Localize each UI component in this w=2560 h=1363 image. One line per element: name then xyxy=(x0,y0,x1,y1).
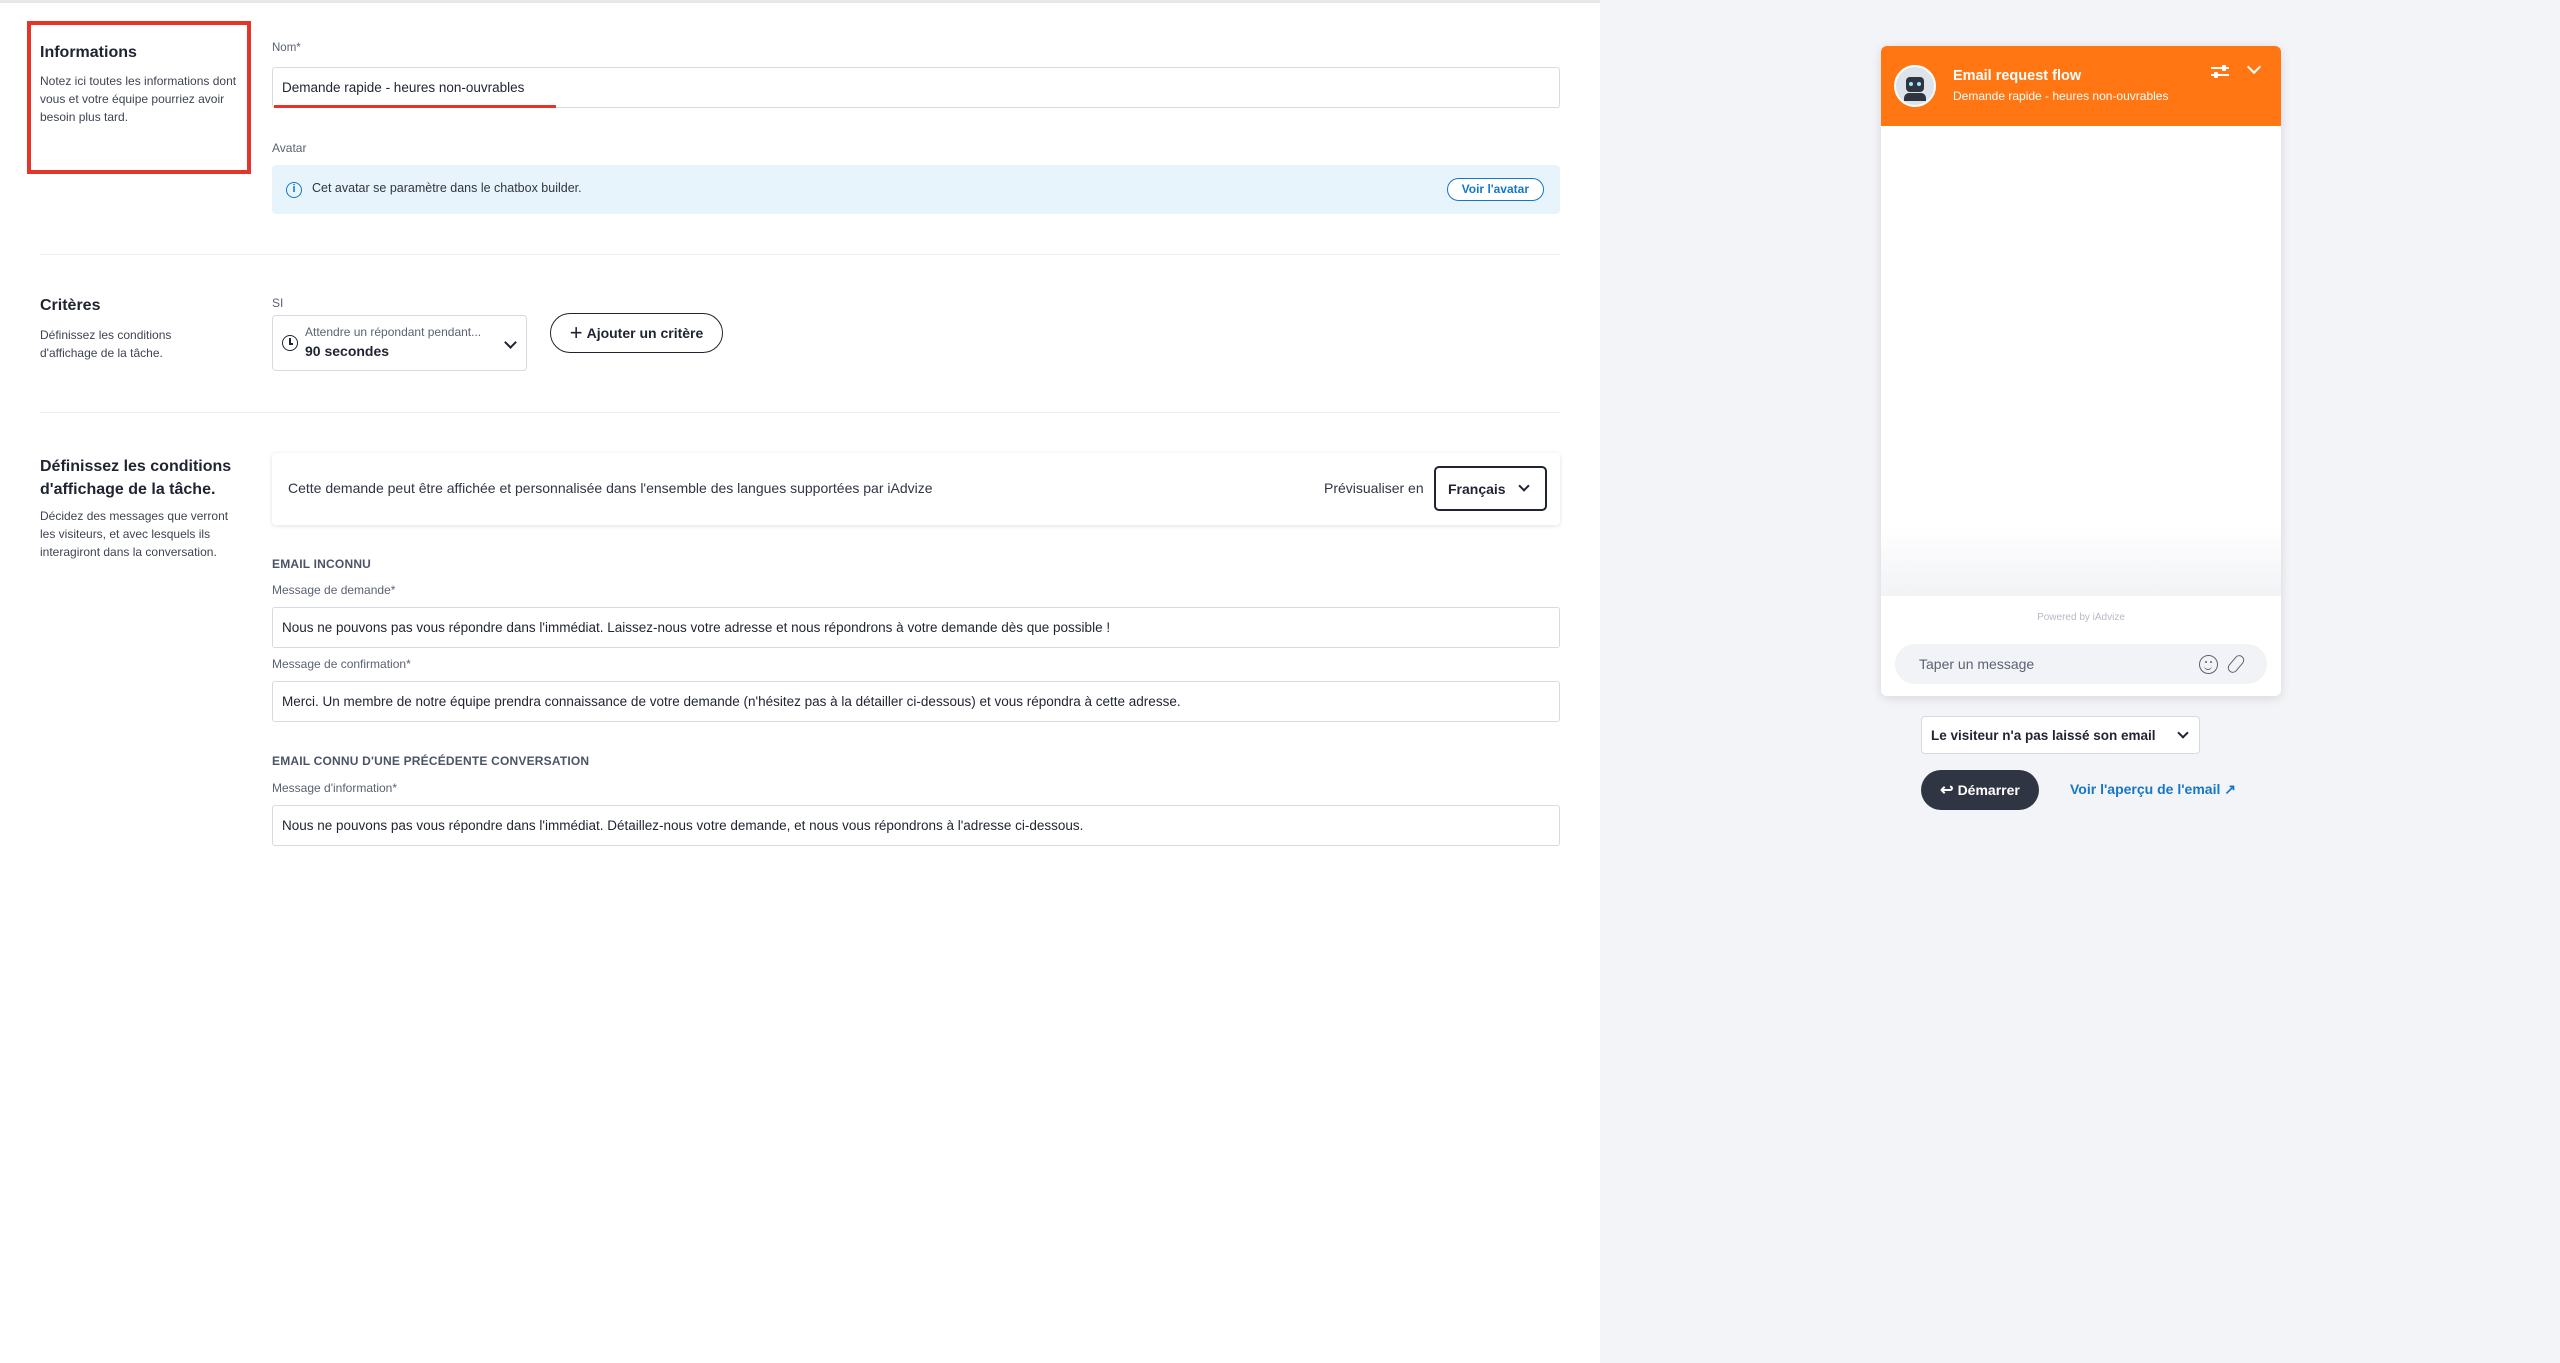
avatar-info-banner: i Cet avatar se paramètre dans le chatbo… xyxy=(272,165,1560,214)
chat-subtitle: Demande rapide - heures non-ouvrables xyxy=(1953,89,2169,103)
request-message-value: Nous ne pouvons pas vous répondre dans l… xyxy=(282,620,1111,635)
main-form: Informations Notez ici toutes les inform… xyxy=(0,0,2560,1363)
settings-icon[interactable] xyxy=(2211,64,2229,78)
chevron-down-icon xyxy=(504,336,517,349)
info-icon: i xyxy=(286,182,302,198)
start-button-label: Démarrer xyxy=(1957,782,2020,798)
add-criteria-button[interactable]: + Ajouter un critère xyxy=(550,313,723,353)
criteres-description: Définissez les conditions d'affichage de… xyxy=(40,328,172,360)
bot-avatar xyxy=(1894,65,1936,107)
back-arrow-icon: ↩ xyxy=(1940,782,1954,799)
emoji-icon[interactable] xyxy=(2199,655,2218,674)
chat-header: Email request flow Demande rapide - heur… xyxy=(1881,46,2281,126)
visitor-state-select[interactable]: Le visiteur n'a pas laissé son email xyxy=(1921,716,2200,754)
add-criteria-label: Ajouter un critère xyxy=(586,325,704,341)
name-value: Demande rapide - heures non-ouvrables xyxy=(282,80,525,95)
confirmation-message-input[interactable]: Merci. Un membre de notre équipe prendra… xyxy=(272,681,1560,722)
name-underline xyxy=(274,105,556,108)
bot-eye xyxy=(1917,82,1921,86)
language-bar: Cette demande peut être affichée et pers… xyxy=(272,453,1560,525)
chat-message-input[interactable]: Taper un message xyxy=(1895,644,2267,684)
language-select[interactable]: Français xyxy=(1434,466,1547,511)
plus-icon: + xyxy=(569,320,583,345)
request-message-label: Message de demande* xyxy=(272,583,396,597)
language-info-text: Cette demande peut être affichée et pers… xyxy=(288,480,933,496)
paperclip-icon[interactable] xyxy=(2225,653,2247,675)
criteria-select[interactable]: Attendre un répondant pendant... 90 seco… xyxy=(272,315,527,371)
confirmation-message-value: Merci. Un membre de notre équipe prendra… xyxy=(282,694,1181,709)
criteria-select-label: Attendre un répondant pendant... xyxy=(305,325,482,339)
clock-icon xyxy=(282,335,298,351)
divider xyxy=(40,254,1560,255)
chevron-down-icon xyxy=(1518,480,1530,492)
confirmation-message-label: Message de confirmation* xyxy=(272,657,411,671)
powered-by: Powered by iAdvize xyxy=(2037,612,2125,623)
chevron-down-icon xyxy=(2177,727,2189,739)
criteria-select-value: 90 secondes xyxy=(305,343,390,359)
chat-title: Email request flow xyxy=(1953,68,2082,84)
email-unknown-heading: EMAIL INCONNU xyxy=(272,557,372,571)
email-preview-link[interactable]: Voir l'aperçu de l'email ↗ xyxy=(2070,781,2236,798)
start-button[interactable]: ↩ Démarrer xyxy=(1921,770,2039,810)
informations-description: Notez ici toutes les informations dont v… xyxy=(40,74,237,124)
criteres-title: Critères xyxy=(40,297,101,314)
request-message-input[interactable]: Nous ne pouvons pas vous répondre dans l… xyxy=(272,607,1560,648)
affichage-title: Définissez les conditions d'affichage de… xyxy=(40,458,232,498)
information-message-label: Message d'information* xyxy=(272,781,398,795)
preview-in-label: Prévisualiser en xyxy=(1324,480,1424,496)
chevron-down-icon[interactable] xyxy=(2246,59,2262,75)
language-value: Français xyxy=(1448,481,1506,497)
divider xyxy=(40,412,1560,413)
affichage-description: Décidez des messages que verront les vis… xyxy=(40,509,229,559)
avatar-info-text: Cet avatar se paramètre dans le chatbox … xyxy=(312,181,582,195)
information-message-input[interactable]: Nous ne pouvons pas vous répondre dans l… xyxy=(272,805,1560,846)
chat-preview-widget: Email request flow Demande rapide - heur… xyxy=(1881,46,2281,696)
bot-body xyxy=(1904,93,1926,101)
si-label: SI xyxy=(272,296,284,310)
chat-input-placeholder: Taper un message xyxy=(1919,656,2035,672)
information-message-value: Nous ne pouvons pas vous répondre dans l… xyxy=(282,818,1084,833)
chat-body xyxy=(1881,126,2281,596)
avatar-label: Avatar xyxy=(272,141,307,155)
informations-title: Informations xyxy=(40,44,137,61)
bot-eye xyxy=(1909,82,1913,86)
email-known-heading: EMAIL CONNU D'UNE PRÉCÉDENTE CONVERSATIO… xyxy=(272,754,590,768)
name-input[interactable]: Demande rapide - heures non-ouvrables xyxy=(272,67,1560,108)
name-label: Nom* xyxy=(272,42,301,54)
view-avatar-button[interactable]: Voir l'avatar xyxy=(1446,178,1544,201)
visitor-state-value: Le visiteur n'a pas laissé son email xyxy=(1931,728,2156,743)
